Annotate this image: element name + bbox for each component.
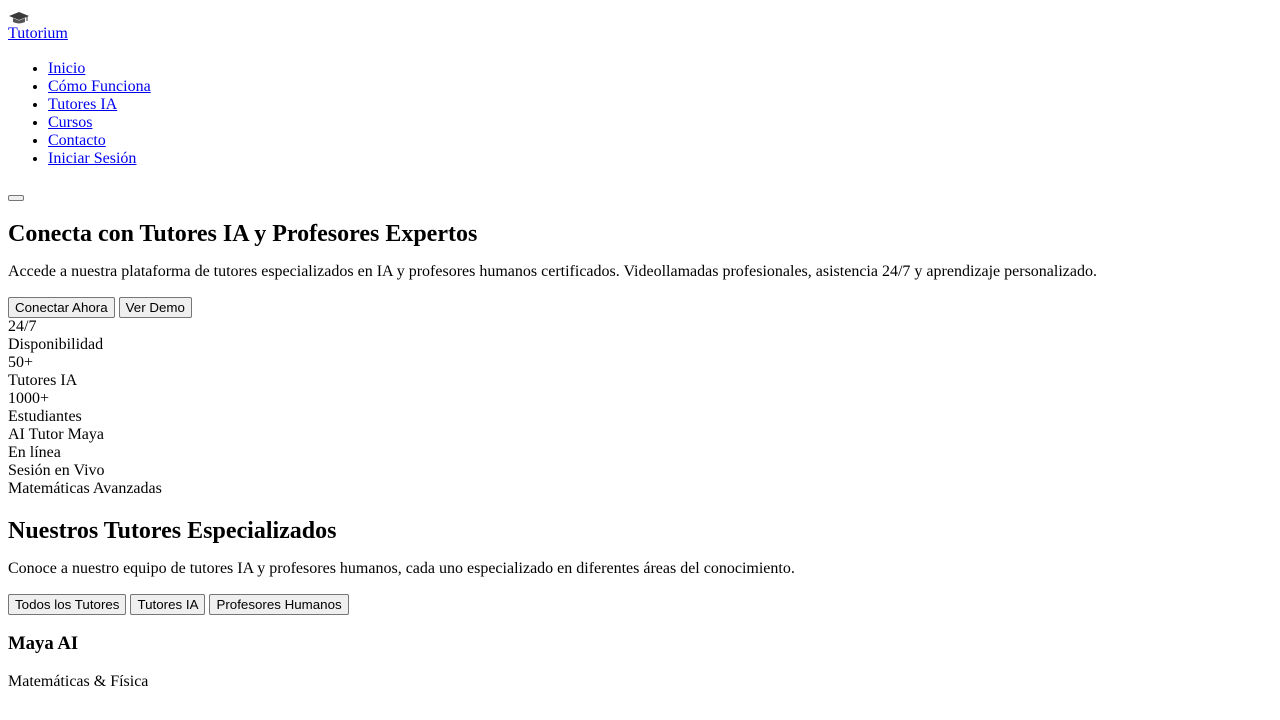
nav-item-contacto: Contacto <box>48 132 1272 150</box>
brand-name-link[interactable]: Tutorium <box>8 24 1272 44</box>
filter-human-teachers-button[interactable]: Profesores Humanos <box>209 594 349 615</box>
nav-item-tutores-ia: Tutores IA <box>48 96 1272 114</box>
hero-stats: 24/7 Disponibilidad 50+ Tutores IA 1000+… <box>8 318 1272 426</box>
filter-all-tutors-button[interactable]: Todos los Tutores <box>8 594 127 615</box>
filter-ai-tutors-button[interactable]: Tutores IA <box>130 594 206 615</box>
stat-label: Estudiantes <box>8 408 82 425</box>
hero-actions: Conectar Ahora Ver Demo <box>8 297 1272 318</box>
nav-link-tutores-ia[interactable]: Tutores IA <box>48 96 117 113</box>
tutors-section-title: Nuestros Tutores Especializados <box>8 518 337 544</box>
stat-label: Tutores IA <box>8 372 78 389</box>
nav-link-contacto[interactable]: Contacto <box>48 132 106 149</box>
hero-section: Conecta con Tutores IA y Profesores Expe… <box>8 220 1272 498</box>
nav-item-inicio: Inicio <box>48 60 1272 78</box>
view-demo-button[interactable]: Ver Demo <box>118 297 192 318</box>
live-session-subject: Matemáticas Avanzadas <box>8 480 162 497</box>
live-session-card: AI Tutor Maya En línea Sesión en Vivo Ma… <box>8 426 1272 498</box>
connect-now-button[interactable]: Conectar Ahora <box>8 297 115 318</box>
nav-link-cursos[interactable]: Cursos <box>48 114 92 131</box>
live-status: En línea <box>8 444 61 461</box>
stat-students: 1000+ Estudiantes <box>8 390 1272 426</box>
nav-item-cursos: Cursos <box>48 114 1272 132</box>
site-header: Tutorium Inicio Cómo Funciona Tutores IA… <box>8 8 1272 201</box>
nav-list: Inicio Cómo Funciona Tutores IA Cursos C… <box>8 60 1272 168</box>
live-session-label: Sesión en Vivo <box>8 462 105 479</box>
hero-title: Conecta con Tutores IA y Profesores Expe… <box>8 221 478 247</box>
nav-item-iniciar-sesion: Iniciar Sesión <box>48 150 1272 168</box>
brand <box>8 8 1272 24</box>
stat-value: 24/7 <box>8 318 37 335</box>
tutors-section: Nuestros Tutores Especializados Conoce a… <box>8 517 1272 691</box>
tutor-card: Maya AI Matemáticas & Física <box>8 633 1272 691</box>
tutors-section-description: Conoce a nuestro equipo de tutores IA y … <box>8 560 795 577</box>
tutor-name: Maya AI <box>8 633 79 654</box>
tutor-subject: Matemáticas & Física <box>8 673 149 690</box>
mobile-menu-toggle-button[interactable] <box>8 195 24 201</box>
nav-link-iniciar-sesion[interactable]: Iniciar Sesión <box>48 150 136 167</box>
stat-value: 50+ <box>8 354 34 371</box>
stat-label: Disponibilidad <box>8 336 104 353</box>
live-tutor-name: AI Tutor Maya <box>8 426 105 443</box>
tutor-filters: Todos los Tutores Tutores IA Profesores Hu… <box>8 594 1272 615</box>
logo-link[interactable] <box>8 8 30 25</box>
main-nav: Inicio Cómo Funciona Tutores IA Cursos C… <box>8 60 1272 201</box>
stat-ai-tutors: 50+ Tutores IA <box>8 354 1272 390</box>
hero-description: Accede a nuestra plataforma de tutores e… <box>8 263 1097 280</box>
stat-availability: 24/7 Disponibilidad <box>8 318 1272 354</box>
stat-value: 1000+ <box>8 390 50 407</box>
nav-item-como-funciona: Cómo Funciona <box>48 78 1272 96</box>
nav-link-inicio[interactable]: Inicio <box>48 60 85 77</box>
nav-link-como-funciona[interactable]: Cómo Funciona <box>48 78 151 95</box>
